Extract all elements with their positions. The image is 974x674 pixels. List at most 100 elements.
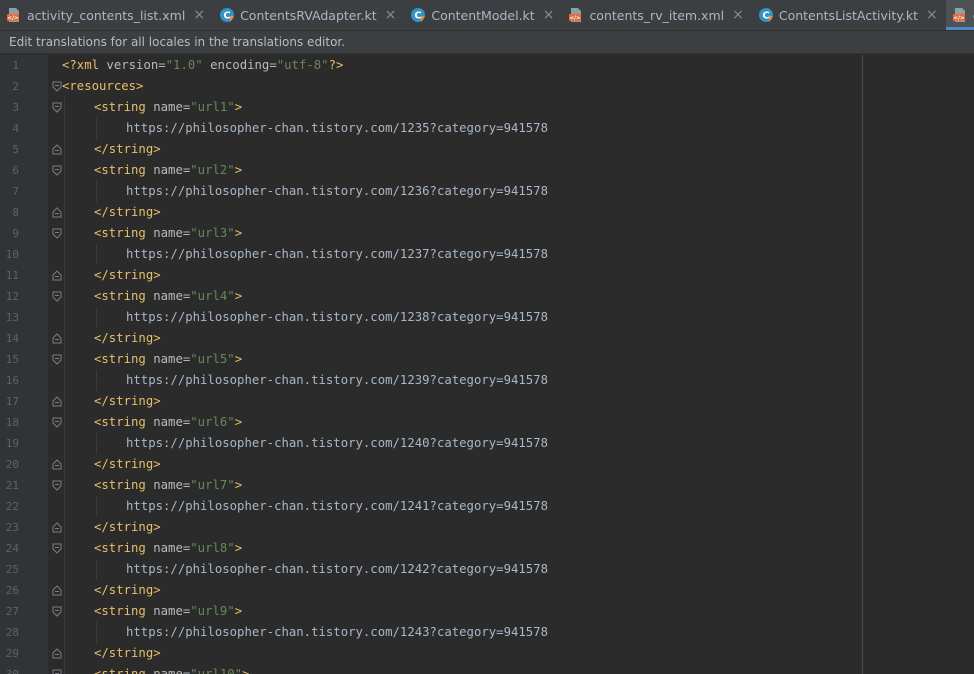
code-text[interactable]: </string>: [94, 643, 161, 664]
code-text[interactable]: <resources>: [62, 76, 143, 97]
indent-guide: [64, 265, 65, 286]
token-tag: >: [242, 667, 250, 674]
code-text[interactable]: https://philosopher-chan.tistory.com/123…: [126, 118, 548, 139]
code-text[interactable]: <string name="url1">: [94, 97, 242, 118]
token-tag: >: [234, 478, 243, 492]
code-text[interactable]: <string name="url8">: [94, 538, 242, 559]
code-text[interactable]: https://philosopher-chan.tistory.com/123…: [126, 244, 548, 265]
fold-open-icon[interactable]: [52, 228, 62, 239]
code-text[interactable]: https://philosopher-chan.tistory.com/123…: [126, 307, 548, 328]
code-line: 28 https://philosopher-chan.tistory.com/1…: [0, 622, 974, 643]
fold-open-icon[interactable]: [52, 81, 62, 92]
code-text[interactable]: </string>: [94, 265, 161, 286]
code-text[interactable]: https://philosopher-chan.tistory.com/124…: [126, 433, 548, 454]
code-text[interactable]: <string name="url5">: [94, 349, 242, 370]
tab-contentsrvadapter-kt[interactable]: C ContentsRVAdapter.kt ×: [213, 0, 404, 30]
fold-open-icon[interactable]: [52, 165, 62, 176]
token-tag: </string>: [94, 331, 161, 345]
fold-close-icon[interactable]: [52, 522, 62, 533]
fold-close-icon[interactable]: [52, 648, 62, 659]
code-text[interactable]: https://philosopher-chan.tistory.com/123…: [126, 181, 548, 202]
indent-guide: [64, 433, 65, 454]
code-text[interactable]: <?xml version="1.0" encoding="utf-8"?>: [62, 55, 343, 76]
indent-guide: [64, 496, 65, 517]
token-tag: <string: [94, 352, 154, 366]
code-text[interactable]: <string name="url10">: [94, 664, 250, 674]
fold-open-icon[interactable]: [52, 480, 62, 491]
code-text[interactable]: </string>: [94, 517, 161, 538]
fold-open-icon[interactable]: [52, 543, 62, 554]
code-text[interactable]: <string name="url6">: [94, 412, 242, 433]
code-text[interactable]: </string>: [94, 202, 161, 223]
code-text[interactable]: </string>: [94, 454, 161, 475]
code-text[interactable]: https://philosopher-chan.tistory.com/123…: [126, 370, 548, 391]
line-number: 15: [5, 353, 19, 366]
tab-activity-contents-list-xml[interactable]: </> activity_contents_list.xml ×: [0, 0, 213, 30]
indent-guide: [64, 391, 65, 412]
tab-label: ContentsRVAdapter.kt: [240, 7, 377, 23]
fold-close-icon[interactable]: [52, 144, 62, 155]
fold-close-icon[interactable]: [52, 585, 62, 596]
code-line: 3 <string name="url1">: [0, 97, 974, 118]
fold-open-icon[interactable]: [52, 291, 62, 302]
token-tag: <string: [94, 100, 154, 114]
code-text[interactable]: <string name="url3">: [94, 223, 242, 244]
line-number: 26: [5, 584, 19, 597]
tab-label: activity_contents_list.xml: [27, 7, 186, 23]
token-attr: name: [153, 289, 183, 303]
fold-open-icon[interactable]: [52, 417, 62, 428]
close-tab-icon[interactable]: ×: [543, 8, 555, 22]
svg-text:C: C: [762, 11, 769, 22]
line-number: 30: [0, 664, 19, 674]
close-tab-icon[interactable]: ×: [732, 8, 744, 22]
indent-guide: [64, 223, 65, 244]
fold-open-icon[interactable]: [52, 606, 62, 617]
token-txt: https://philosopher-chan.tistory.com/124…: [126, 436, 548, 450]
close-tab-icon[interactable]: ×: [193, 8, 205, 22]
code-text[interactable]: <string name="url7">: [94, 475, 242, 496]
fold-open-icon[interactable]: [52, 669, 62, 674]
code-editor[interactable]: 1 <?xml version="1.0" encoding="utf-8"?> 2…: [0, 55, 974, 674]
code-text[interactable]: https://philosopher-chan.tistory.com/124…: [126, 622, 548, 643]
indent-guide: [64, 286, 65, 307]
code-text[interactable]: </string>: [94, 139, 161, 160]
fold-close-icon[interactable]: [52, 396, 62, 407]
close-tab-icon[interactable]: ×: [926, 8, 938, 22]
code-text[interactable]: <string name="url2">: [94, 160, 242, 181]
fold-close-icon[interactable]: [52, 333, 62, 344]
line-number: 23: [5, 521, 19, 534]
token-tag: >: [234, 163, 243, 177]
close-tab-icon[interactable]: ×: [385, 8, 397, 22]
fold-close-icon[interactable]: [52, 459, 62, 470]
tab-contents-url-xml[interactable]: </>contents_url.xml×: [945, 0, 974, 30]
fold-close-icon[interactable]: [52, 270, 62, 281]
code-text[interactable]: https://philosopher-chan.tistory.com/124…: [126, 559, 548, 580]
code-text[interactable]: </string>: [94, 580, 161, 601]
token-tag: <string: [94, 226, 154, 240]
tab-label: ContentsListActivity.kt: [778, 7, 918, 23]
indent-guide: [96, 496, 97, 517]
tab-contentmodel-kt[interactable]: C ContentModel.kt ×: [404, 0, 562, 30]
token-attr: name: [153, 100, 183, 114]
token-tag: >: [234, 352, 243, 366]
code-text[interactable]: </string>: [94, 328, 161, 349]
fold-open-icon[interactable]: [52, 102, 62, 113]
translations-editor-notice: Edit translations for all locales in the…: [0, 31, 974, 54]
token-attr: name: [153, 541, 183, 555]
line-number: 25: [5, 563, 19, 576]
code-text[interactable]: </string>: [94, 391, 161, 412]
code-text[interactable]: <string name="url4">: [94, 286, 242, 307]
code-line: 12 <string name="url4">: [0, 286, 974, 307]
token-tag: <resources>: [62, 79, 144, 93]
token-attr: name: [153, 478, 183, 492]
code-text[interactable]: https://philosopher-chan.tistory.com/124…: [126, 496, 548, 517]
line-number: 10: [5, 248, 19, 261]
tab-contentslistactivity-kt[interactable]: C ContentsListActivity.kt ×: [752, 0, 946, 30]
fold-open-icon[interactable]: [52, 354, 62, 365]
indent-guide: [64, 664, 65, 674]
code-line: 1 <?xml version="1.0" encoding="utf-8"?>: [0, 55, 974, 76]
fold-close-icon[interactable]: [52, 207, 62, 218]
tab-contents-rv-item-xml[interactable]: </> contents_rv_item.xml ×: [562, 0, 751, 30]
code-text[interactable]: <string name="url9">: [94, 601, 242, 622]
token-tag: >: [234, 226, 243, 240]
